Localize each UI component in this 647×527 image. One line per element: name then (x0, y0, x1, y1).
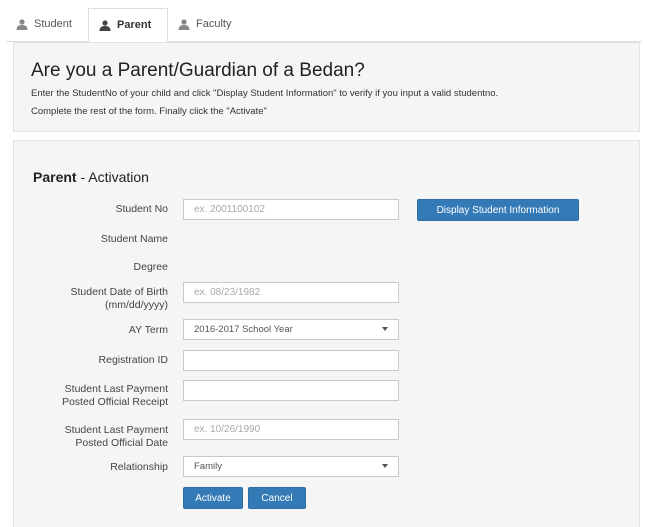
registration-id-input[interactable] (183, 350, 399, 371)
tab-faculty[interactable]: Faculty (168, 8, 248, 40)
student-no-label: Student No (115, 203, 168, 215)
official-date-input[interactable] (183, 419, 399, 440)
form-title-bold: Parent (33, 169, 77, 185)
role-tabs: Student Parent Faculty (6, 8, 642, 42)
instruction-line-1: Enter the StudentNo of your child and cl… (31, 88, 499, 99)
caret-down-icon (382, 464, 388, 468)
user-icon (99, 19, 111, 31)
activate-button[interactable]: Activate (183, 487, 243, 509)
official-date-label: Student Last Payment Posted Official Dat… (3, 424, 168, 450)
receipt-label-line1: Student Last Payment (64, 383, 168, 395)
official-date-label-line1: Student Last Payment (64, 424, 168, 436)
student-name-label: Student Name (100, 233, 168, 245)
cancel-button[interactable]: Cancel (248, 487, 306, 509)
user-icon (16, 18, 28, 30)
page-title: Are you a Parent/Guardian of a Bedan? (31, 60, 365, 81)
tab-student[interactable]: Student (6, 8, 88, 40)
official-date-label-line2: Posted Official Date (75, 437, 168, 449)
student-no-input[interactable] (183, 199, 399, 220)
ay-term-select[interactable]: 2016-2017 School Year (183, 319, 399, 340)
form-title: Parent - Activation (33, 169, 149, 185)
tab-label: Parent (117, 19, 152, 31)
instruction-line-2: Complete the rest of the form. Finally c… (31, 106, 267, 117)
dob-input[interactable] (183, 282, 399, 303)
dob-label-line1: Student Date of Birth (70, 286, 168, 298)
info-panel: Are you a Parent/Guardian of a Bedan? En… (13, 42, 640, 132)
ay-term-label: AY Term (128, 324, 168, 336)
form-title-rest: - Activation (76, 169, 149, 185)
relationship-selected: Family (194, 461, 222, 472)
relationship-label: Relationship (110, 461, 168, 473)
receipt-label-line2: Posted Official Receipt (61, 396, 168, 408)
receipt-label: Student Last Payment Posted Official Rec… (3, 383, 168, 409)
tab-label: Faculty (196, 18, 232, 30)
user-icon (178, 18, 190, 30)
dob-label-line2: (mm/dd/yyyy) (105, 299, 168, 311)
degree-label: Degree (133, 261, 168, 273)
receipt-input[interactable] (183, 380, 399, 401)
tab-label: Student (34, 18, 72, 30)
registration-id-label: Registration ID (98, 354, 168, 366)
caret-down-icon (382, 327, 388, 331)
relationship-select[interactable]: Family (183, 456, 399, 477)
display-student-info-button[interactable]: Display Student Information (417, 199, 579, 221)
tab-parent[interactable]: Parent (88, 8, 168, 42)
dob-label: Student Date of Birth (mm/dd/yyyy) (3, 286, 168, 312)
ay-term-selected: 2016-2017 School Year (194, 324, 293, 335)
